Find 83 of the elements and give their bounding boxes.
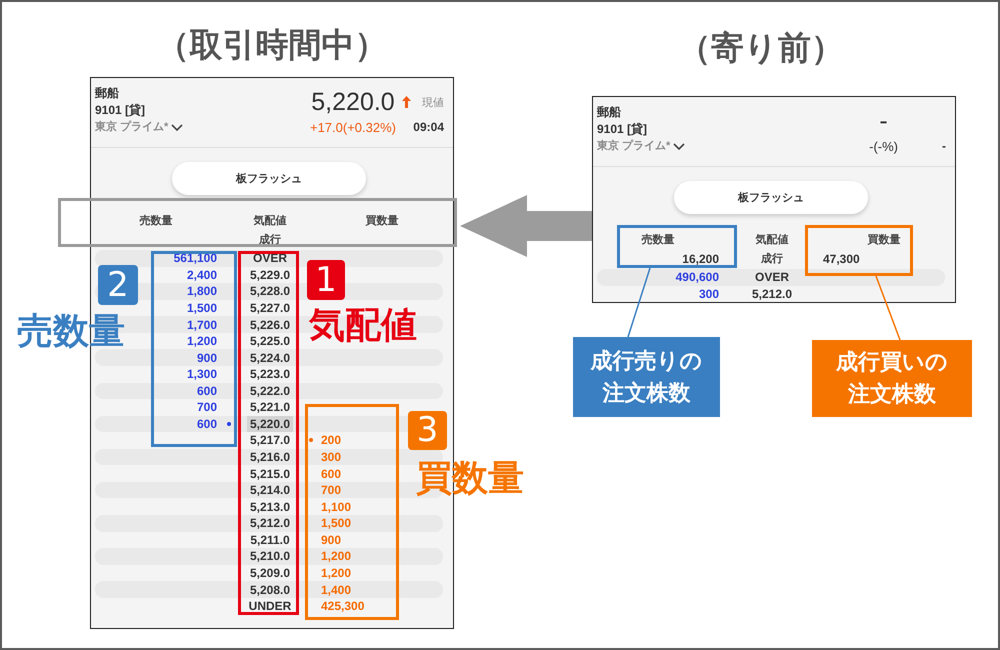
price-level: 5,213.0 (248, 498, 292, 515)
quote-time: 09:04 (413, 119, 444, 136)
price-level: 5,221.0 (248, 399, 292, 416)
price-level: 5,210.0 (248, 548, 292, 564)
price-level: 5,211.0 (249, 532, 291, 548)
price-level: 5,208.0 (248, 582, 292, 598)
buy-quantity: 1,200 (321, 549, 352, 564)
price-level: 5,212.0 (248, 515, 292, 532)
callout-note: 成行買いの注文株数 (812, 340, 972, 417)
price-level: 5,220.0 (246, 416, 294, 432)
stock-code: 9101 [貸] (95, 102, 146, 119)
price-level: 5,229.0 (248, 266, 292, 283)
sell-quantity: 1,700 (186, 318, 217, 332)
sell-quantity: 700 (196, 400, 217, 414)
buy-quantity: 600 (321, 466, 342, 481)
stock-name: 郵船 (95, 85, 119, 102)
sell-quantity: 1,800 (186, 284, 217, 298)
sell-quantity: 2,400 (186, 268, 217, 282)
price-level: 5,212.0 (750, 286, 794, 302)
connector-line (875, 276, 901, 340)
price-level: 5,209.0 (248, 564, 292, 581)
price-level: 5,226.0 (248, 316, 292, 333)
buy-quantity: 900 (321, 532, 342, 547)
number-badge: 2 (98, 265, 138, 305)
chevron-down-icon (673, 142, 686, 150)
buy-quantity: 1,500 (321, 516, 352, 530)
annotation-label: 気配値 (309, 305, 417, 345)
sell-quantity: 600 (196, 416, 217, 431)
sell-quantity: 600 (196, 384, 217, 398)
board-flash-button[interactable]: 板フラッシュ (674, 181, 868, 214)
board-flash-button[interactable]: 板フラッシュ (172, 162, 366, 195)
column-header: 買数量 (366, 214, 398, 228)
sell-quantity: 1,500 (186, 300, 217, 315)
view-title: （取引時間中） (156, 25, 388, 65)
quote-time: - (942, 138, 946, 155)
number-badge: 1 (307, 260, 345, 300)
price-level: 5,227.0 (248, 300, 292, 316)
current-price: - (879, 106, 888, 137)
price-level: 5,215.0 (248, 466, 292, 482)
buy-quantity: 1,200 (321, 566, 352, 580)
buy-quantity: 300 (321, 450, 342, 464)
price-level: UNDER (248, 598, 292, 614)
number-badge: 3 (408, 411, 447, 450)
sell-quantity: 490,600 (676, 270, 719, 284)
price-level: OVER (252, 250, 288, 266)
buy-quantity: 700 (321, 483, 342, 498)
column-header: 気配値 (254, 214, 286, 228)
price-level: 5,224.0 (248, 350, 292, 366)
stock-name: 郵船 (597, 104, 621, 121)
buy-quantity: 425,300 (321, 599, 364, 614)
price-level: 5,228.0 (248, 283, 292, 300)
sell-quantity: 300 (698, 286, 719, 301)
market-sell-quantity: 16,200 (682, 252, 719, 266)
sell-quantity: 1,200 (186, 334, 217, 348)
view-title: （寄り前） (678, 28, 844, 68)
market-order-label: 成行 (761, 252, 783, 266)
price-level: 5,225.0 (248, 333, 292, 350)
price-level: 5,222.0 (248, 382, 292, 399)
column-header: 買数量 (868, 232, 900, 246)
column-header: 売数量 (140, 214, 172, 228)
buy-quantity: 1,400 (321, 582, 352, 597)
current-price: 5,220.0 (311, 87, 395, 118)
price-level: 5,216.0 (248, 449, 292, 466)
price-level: 5,214.0 (248, 482, 292, 498)
sell-quantity: 1,300 (186, 367, 217, 382)
price-level: 5,217.0 (248, 432, 292, 448)
connector-line (627, 268, 651, 337)
market-order-label: 成行 (259, 232, 281, 247)
price-change: -(-%) (869, 138, 898, 155)
buy-quantity: 1,100 (321, 500, 352, 514)
column-header: 気配値 (756, 232, 788, 246)
stock-code: 9101 [貸] (597, 121, 648, 138)
column-header: 売数量 (642, 232, 674, 246)
market-buy-quantity: 47,300 (823, 252, 860, 266)
price-level: 5,223.0 (248, 366, 292, 382)
price-change: +17.0(+0.32%) (310, 119, 396, 136)
callout-note: 成行売りの注文株数 (573, 337, 720, 417)
sell-quantity: 561,100 (174, 251, 217, 266)
sell-quantity: 900 (196, 350, 217, 365)
buy-quantity: 200 (321, 433, 342, 448)
price-label: 現値 (422, 96, 444, 110)
price-level: OVER (754, 269, 790, 286)
chevron-down-icon (171, 124, 184, 132)
